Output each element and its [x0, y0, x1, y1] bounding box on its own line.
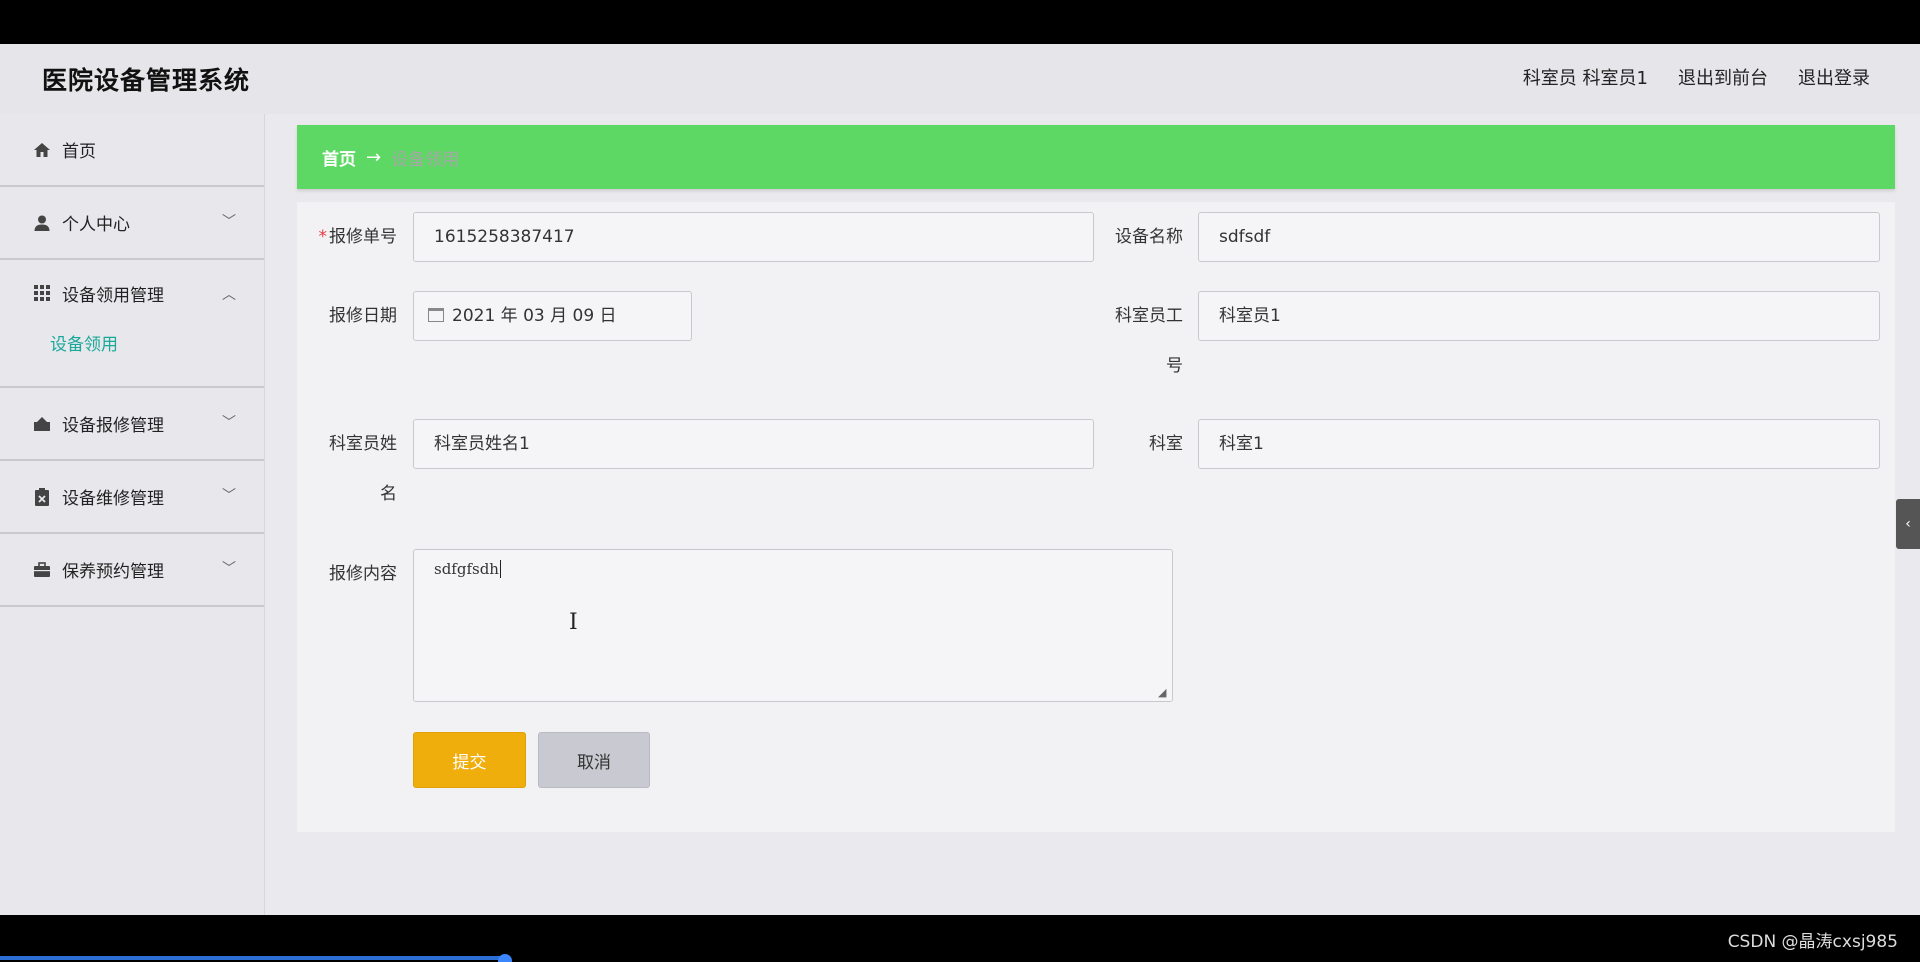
content-text: sdfgfsdh: [434, 560, 499, 578]
briefcase-icon: [32, 560, 52, 580]
sidebar-item-label: 设备报修管理: [62, 416, 164, 436]
sidebar-item-device-maintenance-management[interactable]: 设备维修管理 ﹀: [0, 461, 264, 534]
breadcrumb-current: 设备领用: [391, 149, 460, 170]
sidebar-item-maintenance-booking-management[interactable]: 保养预约管理 ﹀: [0, 534, 264, 607]
sidebar-item-device-receive-management[interactable]: 设备领用管理 ︿: [0, 260, 264, 326]
clipboard-icon: [32, 487, 52, 507]
breadcrumb: 首页 → 设备领用: [297, 125, 1895, 189]
sidebar-item-label: 设备领用管理: [62, 285, 164, 306]
current-user: 科室员 科室员1: [1522, 68, 1648, 89]
submit-button[interactable]: 提交: [413, 732, 526, 788]
staff-no-label: 科室员工 号: [1115, 306, 1183, 376]
breadcrumb-arrow-icon: →: [366, 146, 382, 168]
device-name-label: 设备名称: [1115, 227, 1183, 247]
top-black-bar: [0, 0, 1920, 44]
sidebar-item-label: 设备维修管理: [62, 489, 164, 509]
video-bottom-bar: CSDN @晶涛cxsj985: [0, 915, 1920, 962]
back-to-front-link[interactable]: 退出到前台: [1678, 64, 1768, 90]
video-progress-bar[interactable]: [0, 956, 505, 960]
sidebar: 首页 个人中心 ﹀ 设备领用管理 ︿ 设备领用 设备报修管理 ﹀ 设备维修管理 …: [0, 114, 265, 915]
bank-icon: [32, 414, 52, 434]
grid-icon: [32, 283, 52, 303]
logout-link[interactable]: 退出登录: [1798, 64, 1870, 90]
app-title: 医院设备管理系统: [42, 66, 251, 95]
dept-input[interactable]: 科室1: [1198, 419, 1880, 469]
header: 医院设备管理系统 科室员 科室员1 退出到前台 退出登录: [0, 44, 1920, 114]
required-marker: *: [318, 227, 328, 247]
text-cursor-icon: Ι: [569, 610, 578, 635]
chevron-left-icon: ‹: [1905, 516, 1911, 532]
sidebar-subitem-label: 设备领用: [50, 335, 118, 355]
video-progress-knob[interactable]: [498, 954, 512, 962]
breadcrumb-home[interactable]: 首页: [322, 145, 356, 170]
repair-date-label: 报修日期: [329, 306, 397, 326]
watermark-text: CSDN @晶涛cxsj985: [1727, 932, 1898, 952]
sidebar-item-personal-center[interactable]: 个人中心 ﹀: [0, 187, 264, 260]
staff-name-input[interactable]: 科室员姓名1: [413, 419, 1094, 469]
sidebar-item-label: 首页: [62, 142, 96, 162]
content-textarea[interactable]: sdfgfsdh Ι ◢: [413, 549, 1173, 702]
collapse-panel-tab[interactable]: ‹: [1896, 499, 1920, 549]
content-label: 报修内容: [329, 564, 397, 584]
sidebar-item-label: 个人中心: [62, 215, 130, 235]
repair-form: * 报修单号 1615258387417 设备名称 sdfsdf 报修日期 202…: [297, 202, 1895, 832]
repair-date-picker[interactable]: 2021 年 03 月 09 日: [413, 291, 692, 341]
dept-label: 科室: [1149, 434, 1183, 454]
sidebar-item-label: 保养预约管理: [62, 562, 164, 582]
device-name-input[interactable]: sdfsdf: [1198, 212, 1880, 262]
sidebar-item-device-repair-request-management[interactable]: 设备报修管理 ﹀: [0, 388, 264, 461]
user-icon: [32, 213, 52, 233]
calendar-icon: [428, 308, 444, 322]
cancel-button[interactable]: 取消: [538, 732, 650, 788]
chevron-up-icon: ︿: [222, 287, 236, 303]
home-icon: [32, 140, 52, 160]
staff-name-label: 科室员姓 名: [329, 434, 397, 504]
chevron-down-icon: ﹀: [222, 415, 236, 431]
app-window: 医院设备管理系统 科室员 科室员1 退出到前台 退出登录 首页 个人中心 ﹀ 设…: [0, 44, 1920, 915]
main-content: 首页 → 设备领用 * 报修单号 1615258387417 设备名称 sdfsd…: [297, 125, 1895, 832]
chevron-down-icon: ﹀: [222, 214, 236, 230]
text-caret: [499, 560, 501, 578]
repair-no-label: * 报修单号: [318, 227, 398, 247]
repair-no-input[interactable]: 1615258387417: [413, 212, 1094, 262]
resize-handle-icon[interactable]: ◢: [1158, 687, 1170, 699]
sidebar-subitem-device-receive[interactable]: 设备领用: [0, 326, 264, 388]
staff-no-input[interactable]: 科室员1: [1198, 291, 1880, 341]
chevron-down-icon: ﹀: [222, 561, 236, 577]
chevron-down-icon: ﹀: [222, 488, 236, 504]
repair-date-value: 2021 年 03 月 09 日: [452, 306, 617, 326]
sidebar-item-home[interactable]: 首页: [0, 114, 264, 187]
header-actions: 科室员 科室员1 退出到前台 退出登录: [1523, 64, 1870, 90]
